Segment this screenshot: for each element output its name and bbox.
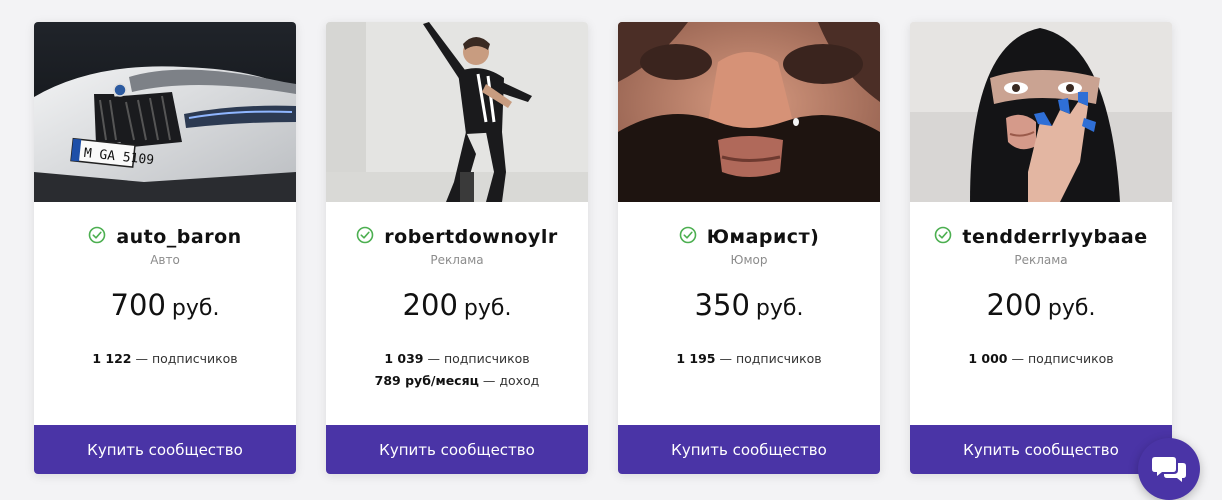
- subscribers-stat: 1 000 — подписчиков: [910, 351, 1172, 366]
- car-image: M GA 5109: [34, 22, 296, 202]
- community-card: Юмарист) Юмор 350 руб. 1 195 — подписчико…: [618, 22, 880, 474]
- subscribers-stat: 1 039 — подписчиков: [326, 351, 588, 366]
- buy-community-button[interactable]: Купить сообщество: [34, 425, 296, 474]
- community-category: Юмор: [730, 253, 768, 267]
- stat-label: — доход: [482, 373, 540, 388]
- price-currency: руб.: [755, 296, 804, 321]
- subscribers-stat: 1 195 — подписчиков: [618, 351, 880, 366]
- check-circle-icon: [935, 226, 952, 244]
- community-photo-bearded-face[interactable]: [618, 22, 880, 202]
- income-stat: 789 руб/месяц — доход: [326, 373, 588, 388]
- buy-community-button[interactable]: Купить сообщество: [618, 425, 880, 474]
- community-title: Юмарист): [618, 226, 880, 248]
- community-price: 200 руб.: [326, 288, 588, 322]
- community-category: Реклама: [430, 253, 484, 267]
- bearded-face-image: [618, 22, 880, 202]
- community-cards: M GA 5109 auto_baron Авто 700 руб. 1 122 …: [34, 22, 1174, 482]
- community-name: auto_baron: [116, 226, 242, 248]
- chat-bubbles-icon: [1152, 457, 1186, 482]
- community-name: Юмарист): [706, 226, 820, 248]
- community-category: Реклама: [1014, 253, 1068, 267]
- check-circle-icon: [89, 226, 106, 244]
- community-name: robertdownoylr: [384, 226, 558, 248]
- price-currency: руб.: [463, 296, 512, 321]
- buy-community-button[interactable]: Купить сообщество: [326, 425, 588, 474]
- stat-label: — подписчиков: [427, 351, 530, 366]
- price-currency: руб.: [171, 296, 220, 321]
- community-card: M GA 5109 auto_baron Авто 700 руб. 1 122 …: [34, 22, 296, 474]
- community-price: 350 руб.: [618, 288, 880, 322]
- check-circle-icon: [356, 226, 374, 244]
- balaclava-person-image: [910, 22, 1172, 202]
- price-currency: руб.: [1047, 296, 1096, 321]
- community-card: robertdownoylr Реклама 200 руб. 1 039 — п…: [326, 22, 588, 474]
- buy-community-button[interactable]: Купить сообщество: [910, 425, 1172, 474]
- community-category: Авто: [150, 253, 180, 267]
- stat-value: 1 039: [384, 351, 424, 366]
- community-photo-man-dancing[interactable]: [326, 22, 588, 202]
- stat-value: 1 195: [676, 351, 716, 366]
- stat-label: — подписчиков: [719, 351, 822, 366]
- community-name: tendderrlyybaae: [962, 226, 1148, 248]
- community-title: robertdownoylr: [326, 226, 588, 248]
- community-photo-balaclava[interactable]: [910, 22, 1172, 202]
- stat-value: 1 122: [92, 351, 132, 366]
- community-title: auto_baron: [34, 226, 296, 248]
- community-card: tendderrlyybaae Реклама 200 руб. 1 000 — …: [910, 22, 1172, 474]
- stat-label: — подписчиков: [135, 351, 238, 366]
- stat-label: — подписчиков: [1011, 351, 1114, 366]
- man-dancing-image: [326, 22, 588, 202]
- price-amount: 200: [986, 288, 1042, 322]
- chat-button[interactable]: [1138, 438, 1200, 500]
- stat-value: 789 руб/месяц: [374, 373, 479, 388]
- check-circle-icon: [679, 226, 697, 244]
- price-amount: 200: [402, 288, 458, 322]
- subscribers-stat: 1 122 — подписчиков: [34, 351, 296, 366]
- community-title: tendderrlyybaae: [910, 226, 1172, 248]
- community-price: 700 руб.: [34, 288, 296, 322]
- price-amount: 350: [694, 288, 750, 322]
- community-price: 200 руб.: [910, 288, 1172, 322]
- stat-value: 1 000: [968, 351, 1008, 366]
- price-amount: 700: [110, 288, 166, 322]
- community-photo-car[interactable]: M GA 5109: [34, 22, 296, 202]
